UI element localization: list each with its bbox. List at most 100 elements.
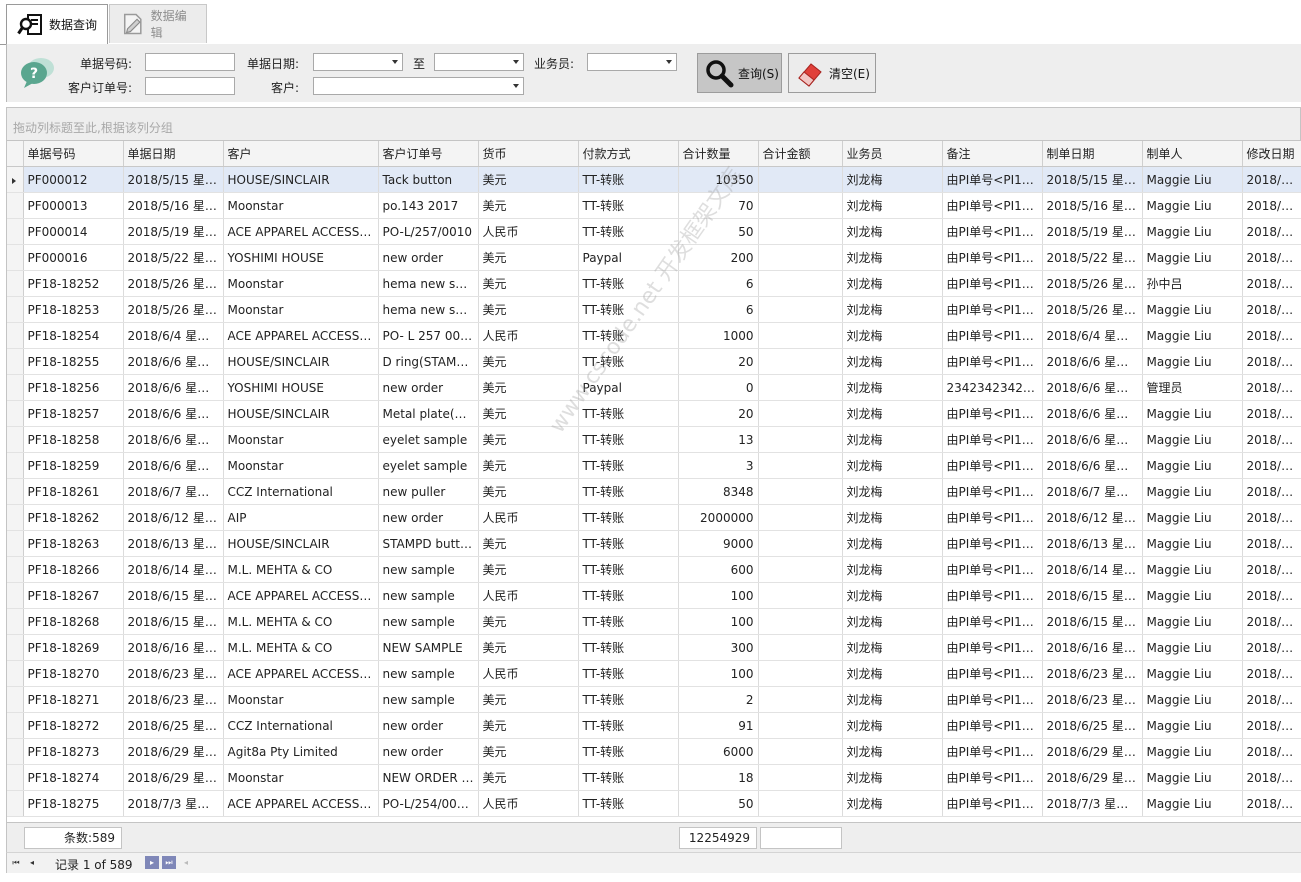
table-cell[interactable]: 100 <box>678 582 759 609</box>
table-row[interactable]: PF18-18266 2018/6/14 星… M.L. MEHTA & CO new… <box>7 556 1301 583</box>
prev-record-button[interactable]: ◂ <box>25 856 39 869</box>
table-cell[interactable]: 刘龙梅 <box>842 712 943 739</box>
table-cell[interactable]: 由PI单号<PI1… <box>942 322 1043 349</box>
table-cell[interactable]: 美元 <box>478 686 579 713</box>
table-cell[interactable]: 2018/6/6 星期三 <box>1042 374 1143 401</box>
table-cell[interactable]: Maggie Liu <box>1142 452 1243 479</box>
table-cell[interactable]: PF18-18259 <box>23 452 124 479</box>
table-row[interactable]: PF18-18252 2018/5/26 星… Moonstar hema new s… <box>7 270 1301 297</box>
table-cell[interactable]: 美元 <box>478 296 579 323</box>
table-cell[interactable]: eyelet sample <box>378 426 479 453</box>
table-cell[interactable]: 100 <box>678 608 759 635</box>
table-cell[interactable] <box>758 426 843 453</box>
table-cell[interactable]: Paypal <box>578 244 679 271</box>
table-cell[interactable]: Maggie Liu <box>1142 244 1243 271</box>
table-cell[interactable]: Maggie Liu <box>1142 634 1243 661</box>
table-row[interactable]: PF18-18253 2018/5/26 星… Moonstar hema new s… <box>7 296 1301 323</box>
table-cell[interactable] <box>758 478 843 505</box>
table-cell[interactable]: TT-转账 <box>578 556 679 583</box>
table-cell[interactable]: 2018/6/23 星… <box>1042 686 1143 713</box>
table-cell[interactable]: 刘龙梅 <box>842 764 943 791</box>
table-row[interactable]: PF18-18261 2018/6/7 星期四 CCZ International n… <box>7 478 1301 505</box>
table-row[interactable]: PF18-18268 2018/6/15 星… M.L. MEHTA & CO new… <box>7 608 1301 635</box>
table-cell[interactable]: 刘龙梅 <box>842 270 943 297</box>
table-cell[interactable]: Maggie Liu <box>1142 530 1243 557</box>
table-cell[interactable]: 美元 <box>478 192 579 219</box>
table-cell[interactable]: 2018/6/7 星期四 <box>1042 478 1143 505</box>
table-cell[interactable]: eyelet sample <box>378 452 479 479</box>
table-cell[interactable] <box>758 296 843 323</box>
table-cell[interactable]: Moonstar <box>223 764 379 791</box>
table-cell[interactable]: TT-转账 <box>578 452 679 479</box>
table-cell[interactable]: 2018/6/12 星… <box>1042 504 1143 531</box>
table-cell[interactable]: CCZ International <box>223 712 379 739</box>
table-cell[interactable]: 美元 <box>478 244 579 271</box>
clear-button[interactable]: 清空(E) <box>788 53 876 93</box>
table-cell[interactable]: 由PI单号<PI1… <box>942 712 1043 739</box>
table-cell[interactable]: Maggie Liu <box>1142 478 1243 505</box>
row-indicator[interactable] <box>7 686 24 713</box>
cust-order-input[interactable] <box>145 77 235 95</box>
table-cell[interactable]: 刘龙梅 <box>842 400 943 427</box>
table-cell[interactable]: 由PI单号<PI1… <box>942 166 1043 193</box>
row-indicator[interactable] <box>7 400 24 427</box>
table-cell[interactable]: TT-转账 <box>578 270 679 297</box>
table-row[interactable]: PF18-18275 2018/7/3 星期二 ACE APPAREL ACCESS… <box>7 790 1301 817</box>
table-cell[interactable]: 刘龙梅 <box>842 244 943 271</box>
table-cell[interactable]: 6000 <box>678 738 759 765</box>
table-cell[interactable]: HOUSE/SINCLAIR <box>223 348 379 375</box>
table-cell[interactable]: 600 <box>678 556 759 583</box>
date-to-dropdown[interactable] <box>434 53 524 71</box>
table-cell[interactable]: TT-转账 <box>578 686 679 713</box>
table-cell[interactable] <box>758 452 843 479</box>
table-cell[interactable]: PF18-18275 <box>23 790 124 817</box>
table-cell[interactable]: PF000014 <box>23 218 124 245</box>
column-header[interactable]: 制单人 <box>1142 141 1243 167</box>
table-cell[interactable]: 美元 <box>478 634 579 661</box>
table-row[interactable]: PF18-18273 2018/6/29 星… Agit8a Pty Limited… <box>7 738 1301 765</box>
table-cell[interactable]: 2018/6/7 <box>1242 478 1301 505</box>
table-cell[interactable]: 2018/6/6 星期三 <box>123 400 224 427</box>
table-cell[interactable]: Maggie Liu <box>1142 504 1243 531</box>
table-row[interactable]: PF18-18256 2018/6/6 星期三 YOSHIMI HOUSE new o… <box>7 374 1301 401</box>
table-cell[interactable]: TT-转账 <box>578 478 679 505</box>
table-row[interactable]: PF18-18270 2018/6/23 星… ACE APPAREL ACCESS… <box>7 660 1301 687</box>
table-cell[interactable] <box>758 790 843 817</box>
table-cell[interactable]: ACE APPAREL ACCESSO… <box>223 322 379 349</box>
table-cell[interactable]: 2018/6/29 星… <box>123 764 224 791</box>
table-cell[interactable]: ACE APPAREL ACCESSO… <box>223 218 379 245</box>
row-indicator[interactable] <box>7 426 24 453</box>
table-cell[interactable]: 2018/6/23 <box>1242 686 1301 713</box>
table-cell[interactable]: Maggie Liu <box>1142 686 1243 713</box>
table-cell[interactable]: 2018/6/23 <box>1242 660 1301 687</box>
table-cell[interactable]: 美元 <box>478 556 579 583</box>
table-cell[interactable]: ACE APPAREL ACCESSO… <box>223 660 379 687</box>
table-cell[interactable]: 2018/6/6 星期三 <box>123 452 224 479</box>
table-cell[interactable]: PF000016 <box>23 244 124 271</box>
table-cell[interactable]: 2018/6/14 星… <box>1042 556 1143 583</box>
table-cell[interactable]: PF18-18261 <box>23 478 124 505</box>
table-cell[interactable]: 2018/6/12 <box>1242 504 1301 531</box>
table-cell[interactable]: TT-转账 <box>578 348 679 375</box>
column-header[interactable]: 付款方式 <box>578 141 679 167</box>
table-cell[interactable] <box>758 244 843 271</box>
table-cell[interactable]: Maggie Liu <box>1142 348 1243 375</box>
table-cell[interactable]: 18 <box>678 764 759 791</box>
column-header[interactable]: 备注 <box>942 141 1043 167</box>
table-cell[interactable]: PF18-18273 <box>23 738 124 765</box>
table-cell[interactable]: 2018/6/23 星… <box>1042 660 1143 687</box>
table-cell[interactable]: new order <box>378 738 479 765</box>
table-cell[interactable]: Moonstar <box>223 270 379 297</box>
row-indicator[interactable] <box>7 296 24 323</box>
table-cell[interactable]: PF18-18266 <box>23 556 124 583</box>
table-cell[interactable]: 由PI单号<PI1… <box>942 686 1043 713</box>
table-cell[interactable]: new order <box>378 712 479 739</box>
table-cell[interactable]: 人民币 <box>478 790 579 817</box>
table-cell[interactable]: 由PI单号<PI1… <box>942 660 1043 687</box>
table-cell[interactable]: po.143 2017 <box>378 192 479 219</box>
table-cell[interactable]: 2018/6/29 星… <box>1042 738 1143 765</box>
table-cell[interactable]: 2018/6/14 星… <box>123 556 224 583</box>
table-cell[interactable]: 2018/5/26 星… <box>123 296 224 323</box>
table-row[interactable]: PF18-18254 2018/6/4 星期一 ACE APPAREL ACCESS… <box>7 322 1301 349</box>
table-cell[interactable]: 2018/6/25 星… <box>123 712 224 739</box>
